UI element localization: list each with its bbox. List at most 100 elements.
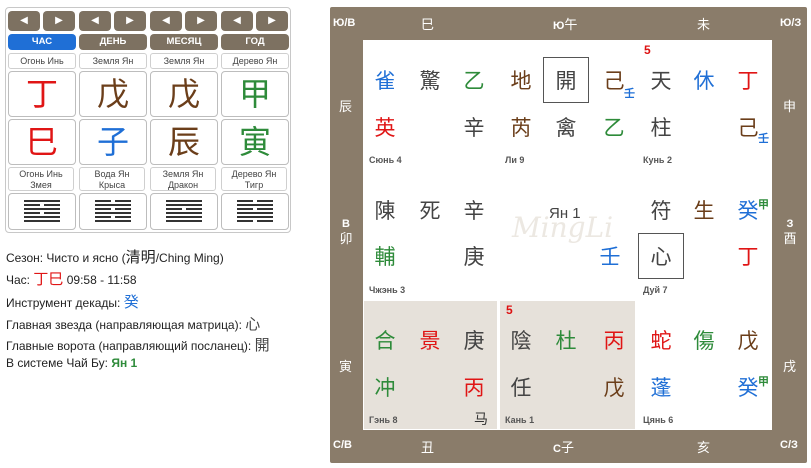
day-branch-element: Вода Ян xyxy=(94,169,130,179)
hexagram-icon xyxy=(95,200,131,224)
right-branch-2: 酉 xyxy=(783,232,797,247)
year-branch: 寅 xyxy=(221,119,289,165)
palace-star: 蓬 xyxy=(650,376,672,400)
hexagram-icon xyxy=(237,200,273,224)
palace-star: 芮 xyxy=(510,116,532,140)
hexagram-icon xyxy=(24,200,60,224)
palace-sub-stem: 甲 xyxy=(758,375,769,388)
month-stem: 戊 xyxy=(150,71,218,117)
tab-hour[interactable]: ЧАС xyxy=(8,34,76,50)
palace-zhen[interactable]: 陳 死 辛 輔 庚 Чжэнь 3 xyxy=(364,171,497,299)
star-value: 心 xyxy=(245,315,261,333)
palace-earth-stem: 丁 xyxy=(737,245,759,269)
palace-spirit: 天 xyxy=(650,69,672,93)
palace-gate: 杜 xyxy=(555,329,577,353)
palace-heaven-stem: 庚 xyxy=(463,329,485,353)
palace-star: 任 xyxy=(510,376,532,400)
year-prev-button[interactable]: ◀ xyxy=(221,11,253,31)
bottom-branch-3: 亥 xyxy=(697,441,711,456)
palace-center[interactable]: MingLi Ян 1 壬 xyxy=(500,171,635,299)
palace-xun[interactable]: 雀 驚 乙 英 辛 Сюнь 4 xyxy=(364,41,497,169)
palace-kan[interactable]: 5 陰 杜 丙 任 戊 Кань 1 xyxy=(500,301,635,429)
tab-month[interactable]: МЕСЯЦ xyxy=(150,34,218,50)
hour-stem: 丁 xyxy=(8,71,76,117)
palace-star: 英 xyxy=(374,116,396,140)
corner-northwest: С/З xyxy=(780,439,798,451)
month-next-button[interactable]: ▶ xyxy=(185,11,217,31)
palace-earth-stem: 壬 xyxy=(599,245,621,269)
month-stem-element: Земля Ян xyxy=(150,53,218,69)
palace-earth-stem: 丙 xyxy=(463,376,485,400)
year-stem: 甲 xyxy=(221,71,289,117)
season-glyph: 清明 xyxy=(125,248,156,266)
pillar-hour-nav: ◀ ▶ xyxy=(8,11,76,31)
palace-name: Цянь 6 xyxy=(643,415,674,425)
year-branch-animal: Тигр xyxy=(244,180,264,190)
pillar-month-nav: ◀ ▶ xyxy=(150,11,218,31)
hour-next-button[interactable]: ▶ xyxy=(43,11,75,31)
palace-spirit: 陳 xyxy=(374,199,396,223)
year-hexagram xyxy=(221,193,289,230)
palace-earth-stem: 庚 xyxy=(463,245,485,269)
day-prev-button[interactable]: ◀ xyxy=(79,11,111,31)
palace-heaven-stem: 丁 xyxy=(737,69,759,93)
palace-heaven-stem: 戊 xyxy=(737,329,759,353)
palace-spirit: 合 xyxy=(374,329,396,353)
gate-label: Главные ворота (направляющий посланец): xyxy=(6,339,252,353)
palace-spirit: 地 xyxy=(510,69,532,93)
left-branch-2: 卯 xyxy=(339,232,353,247)
star-label: Главная звезда (направляющая матрица): xyxy=(6,318,242,332)
palace-number: 5 xyxy=(506,303,513,317)
month-branch: 辰 xyxy=(150,119,218,165)
palace-number: 5 xyxy=(644,43,651,57)
direction-west: З xyxy=(786,218,794,230)
horse-star-mark: 马 xyxy=(474,412,488,428)
system-line: В системе Чай Бу: Ян 1 xyxy=(6,356,137,370)
decade-value: 癸 xyxy=(123,293,139,311)
tab-day[interactable]: ДЕНЬ xyxy=(79,34,147,50)
palace-name: Кунь 2 xyxy=(643,155,672,165)
day-hexagram xyxy=(79,193,147,230)
palace-star: 冲 xyxy=(374,376,396,400)
palace-star: 輔 xyxy=(374,245,396,269)
day-next-button[interactable]: ▶ xyxy=(114,11,146,31)
palace-qian[interactable]: 蛇 傷 戊 蓬 癸 甲 Цянь 6 xyxy=(638,301,771,429)
top-direction: Ю午 xyxy=(553,14,577,34)
palace-gen[interactable]: 合 景 庚 冲 丙 马 Гэнь 8 xyxy=(364,301,497,429)
gate-line: Главные ворота (направляющий посланец): … xyxy=(6,334,270,355)
palace-sub-stem: 甲 xyxy=(758,198,769,211)
month-prev-button[interactable]: ◀ xyxy=(150,11,182,31)
hour-time: 09:58 - 11:58 xyxy=(66,273,137,287)
corner-northeast: С/В xyxy=(333,439,352,451)
palace-earth-stem: 辛 xyxy=(463,116,485,140)
palace-name: Сюнь 4 xyxy=(369,155,402,165)
hour-prev-button[interactable]: ◀ xyxy=(8,11,40,31)
day-stem: 戊 xyxy=(79,71,147,117)
decade-line: Инструмент декады: 癸 xyxy=(6,291,139,312)
left-direction: В卯 xyxy=(334,217,358,248)
palace-dui[interactable]: 符 生 癸 甲 心 丁 Дуй 7 xyxy=(638,171,771,299)
palace-gate: 景 xyxy=(419,329,441,353)
system-label: В системе Чай Бу: xyxy=(6,356,108,370)
palace-kun[interactable]: 5 天 休 丁 柱 己 壬 Кунь 2 xyxy=(638,41,771,169)
palace-star-2: 禽 xyxy=(555,116,577,140)
top-branch-2: 午 xyxy=(564,18,578,33)
palace-name: Чжэнь 3 xyxy=(369,285,406,295)
year-stem-element: Дерево Ян xyxy=(221,53,289,69)
palace-spirit: 蛇 xyxy=(650,329,672,353)
palace-heaven-stem: 辛 xyxy=(463,199,485,223)
season-label: Сезон: xyxy=(6,251,44,265)
palace-li[interactable]: 地 開 己 壬 芮 禽 乙 Ли 9 xyxy=(500,41,635,169)
year-next-button[interactable]: ▶ xyxy=(256,11,288,31)
bottom-branch-2: 子 xyxy=(560,441,574,456)
pillar-year-nav: ◀ ▶ xyxy=(221,11,289,31)
tab-year[interactable]: ГОД xyxy=(221,34,289,50)
direction-south: Ю xyxy=(553,20,565,32)
season-line: Сезон: Чисто и ясно (清明/Ching Ming) xyxy=(6,246,224,267)
hexagram-icon xyxy=(166,200,202,224)
palace-name: Ли 9 xyxy=(505,155,525,165)
qimen-chart: Ю/В Ю/З С/В С/З 巳 Ю午 未 丑 С子 亥 辰 В卯 寅 申 З… xyxy=(330,7,807,463)
palace-spirit: 陰 xyxy=(510,329,532,353)
palace-sub-stem: 壬 xyxy=(624,87,635,100)
palace-gate: 死 xyxy=(419,199,441,223)
